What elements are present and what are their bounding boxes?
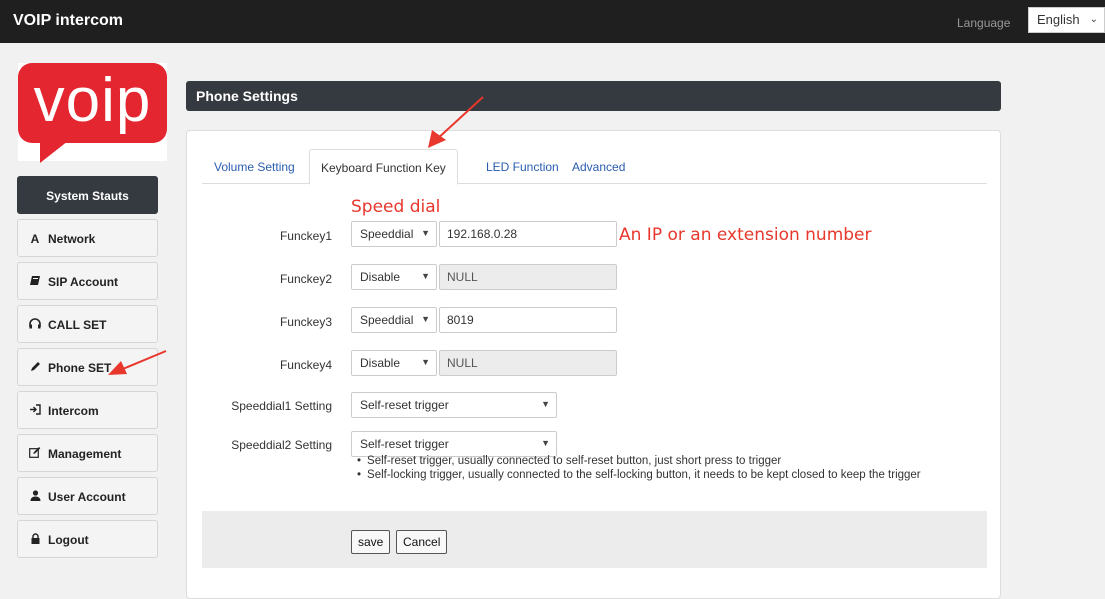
funckey4-label: Funckey4 xyxy=(279,358,332,372)
chevron-down-icon: ▼ xyxy=(541,399,550,409)
sidebar-item-label: CALL SET xyxy=(48,318,107,332)
user-icon xyxy=(28,490,42,504)
sidebar-item-user-account[interactable]: User Account xyxy=(17,477,158,515)
app-title: VOIP intercom xyxy=(13,12,123,29)
sidebar-item-label: Phone SET xyxy=(48,361,112,375)
save-button[interactable]: save xyxy=(351,530,391,554)
speeddial2-setting-value: Self-reset trigger xyxy=(360,437,449,451)
top-bar: VOIP intercom Language English ⌄ xyxy=(0,0,1105,43)
cancel-button[interactable]: Cancel xyxy=(396,530,448,554)
tab-bar: Volume Setting Keyboard Function Key LED… xyxy=(202,149,987,185)
sidebar-item-network[interactable]: A Network xyxy=(17,219,158,257)
panel-title: Phone Settings xyxy=(186,81,1001,111)
headphones-icon xyxy=(28,318,42,332)
ip-hint-annotation: An IP or an extension number xyxy=(619,225,872,245)
chevron-down-icon: ▼ xyxy=(421,228,430,238)
logo-text: voip xyxy=(33,66,152,135)
note-item: Self-locking trigger, usually connected … xyxy=(357,469,921,481)
language-select[interactable]: English ⌄ xyxy=(1028,7,1105,33)
funckey3-label: Funckey3 xyxy=(279,315,332,329)
language-label: Language xyxy=(957,16,1011,30)
funckey3-mode-select[interactable]: Speeddial ▼ xyxy=(351,307,437,333)
book-icon xyxy=(28,275,42,289)
edit-icon xyxy=(28,447,42,461)
sidebar-item-label: Management xyxy=(48,447,122,461)
sidebar-item-label: Logout xyxy=(48,533,89,547)
note-item: Self-reset trigger, usually connected to… xyxy=(357,455,921,467)
tab-led-function[interactable]: LED Function xyxy=(486,149,559,184)
tab-volume-setting[interactable]: Volume Setting xyxy=(214,149,295,184)
settings-card: Volume Setting Keyboard Function Key LED… xyxy=(186,130,1001,599)
sidebar-item-label: Intercom xyxy=(48,404,99,418)
tab-keyboard-function-key[interactable]: Keyboard Function Key xyxy=(309,149,458,185)
chevron-down-icon: ▼ xyxy=(421,357,430,367)
funckey2-mode-select[interactable]: Disable ▼ xyxy=(351,264,437,290)
logo-bubble-tail xyxy=(40,141,68,163)
sign-in-icon xyxy=(28,404,42,418)
a-icon: A xyxy=(30,232,40,246)
sidebar-item-phone-set[interactable]: Phone SET xyxy=(17,348,158,386)
funckey4-mode-select[interactable]: Disable ▼ xyxy=(351,350,437,376)
funckey2-label: Funckey2 xyxy=(279,272,332,286)
tab-advanced[interactable]: Advanced xyxy=(572,149,625,184)
chevron-down-icon: ▼ xyxy=(421,271,430,281)
sidebar-item-system-status[interactable]: System Stauts xyxy=(17,176,158,214)
language-select-value: English xyxy=(1037,12,1080,27)
lock-icon xyxy=(28,533,42,547)
trigger-notes: Self-reset trigger, usually connected to… xyxy=(357,455,921,483)
sidebar-item-management[interactable]: Management xyxy=(17,434,158,472)
sidebar-item-sip-account[interactable]: SIP Account xyxy=(17,262,158,300)
logo: voip xyxy=(18,63,167,163)
funckey3-value-input[interactable]: 8019 xyxy=(439,307,617,333)
sidebar-item-label: SIP Account xyxy=(48,275,119,289)
sidebar-item-logout[interactable]: Logout xyxy=(17,520,158,558)
sidebar-item-label: System Stauts xyxy=(46,189,129,203)
funckey1-mode-select[interactable]: Speeddial ▼ xyxy=(351,221,437,247)
sidebar-item-intercom[interactable]: Intercom xyxy=(17,391,158,429)
chevron-down-icon: ▼ xyxy=(421,314,430,324)
speeddial2-setting-label: Speeddial2 Setting xyxy=(231,438,332,452)
speeddial1-setting-value: Self-reset trigger xyxy=(360,398,449,412)
funckey1-value-input[interactable]: 192.168.0.28 xyxy=(439,221,617,247)
pencil-icon xyxy=(28,361,42,375)
speed-dial-annotation: Speed dial xyxy=(351,197,441,217)
form-footer: save Cancel xyxy=(202,511,987,568)
funckey2-value-input: NULL xyxy=(439,264,617,290)
speeddial1-setting-label: Speeddial1 Setting xyxy=(231,399,332,413)
speeddial2-setting-select[interactable]: Self-reset trigger ▼ xyxy=(351,431,557,457)
speeddial1-setting-select[interactable]: Self-reset trigger ▼ xyxy=(351,392,557,418)
chevron-down-icon: ▼ xyxy=(541,438,550,448)
sidebar-item-label: User Account xyxy=(48,490,126,504)
funckey1-label: Funckey1 xyxy=(279,229,332,243)
funckey4-value-input: NULL xyxy=(439,350,617,376)
funckey2-mode-value: Disable xyxy=(360,270,401,284)
sidebar-item-label: Network xyxy=(48,232,96,246)
sidebar-item-call-set[interactable]: CALL SET xyxy=(17,305,158,343)
funckey4-mode-value: Disable xyxy=(360,356,401,370)
chevron-down-icon: ⌄ xyxy=(1089,14,1098,25)
funckey1-mode-value: Speeddial xyxy=(360,227,414,241)
funckey3-mode-value: Speeddial xyxy=(360,313,414,327)
